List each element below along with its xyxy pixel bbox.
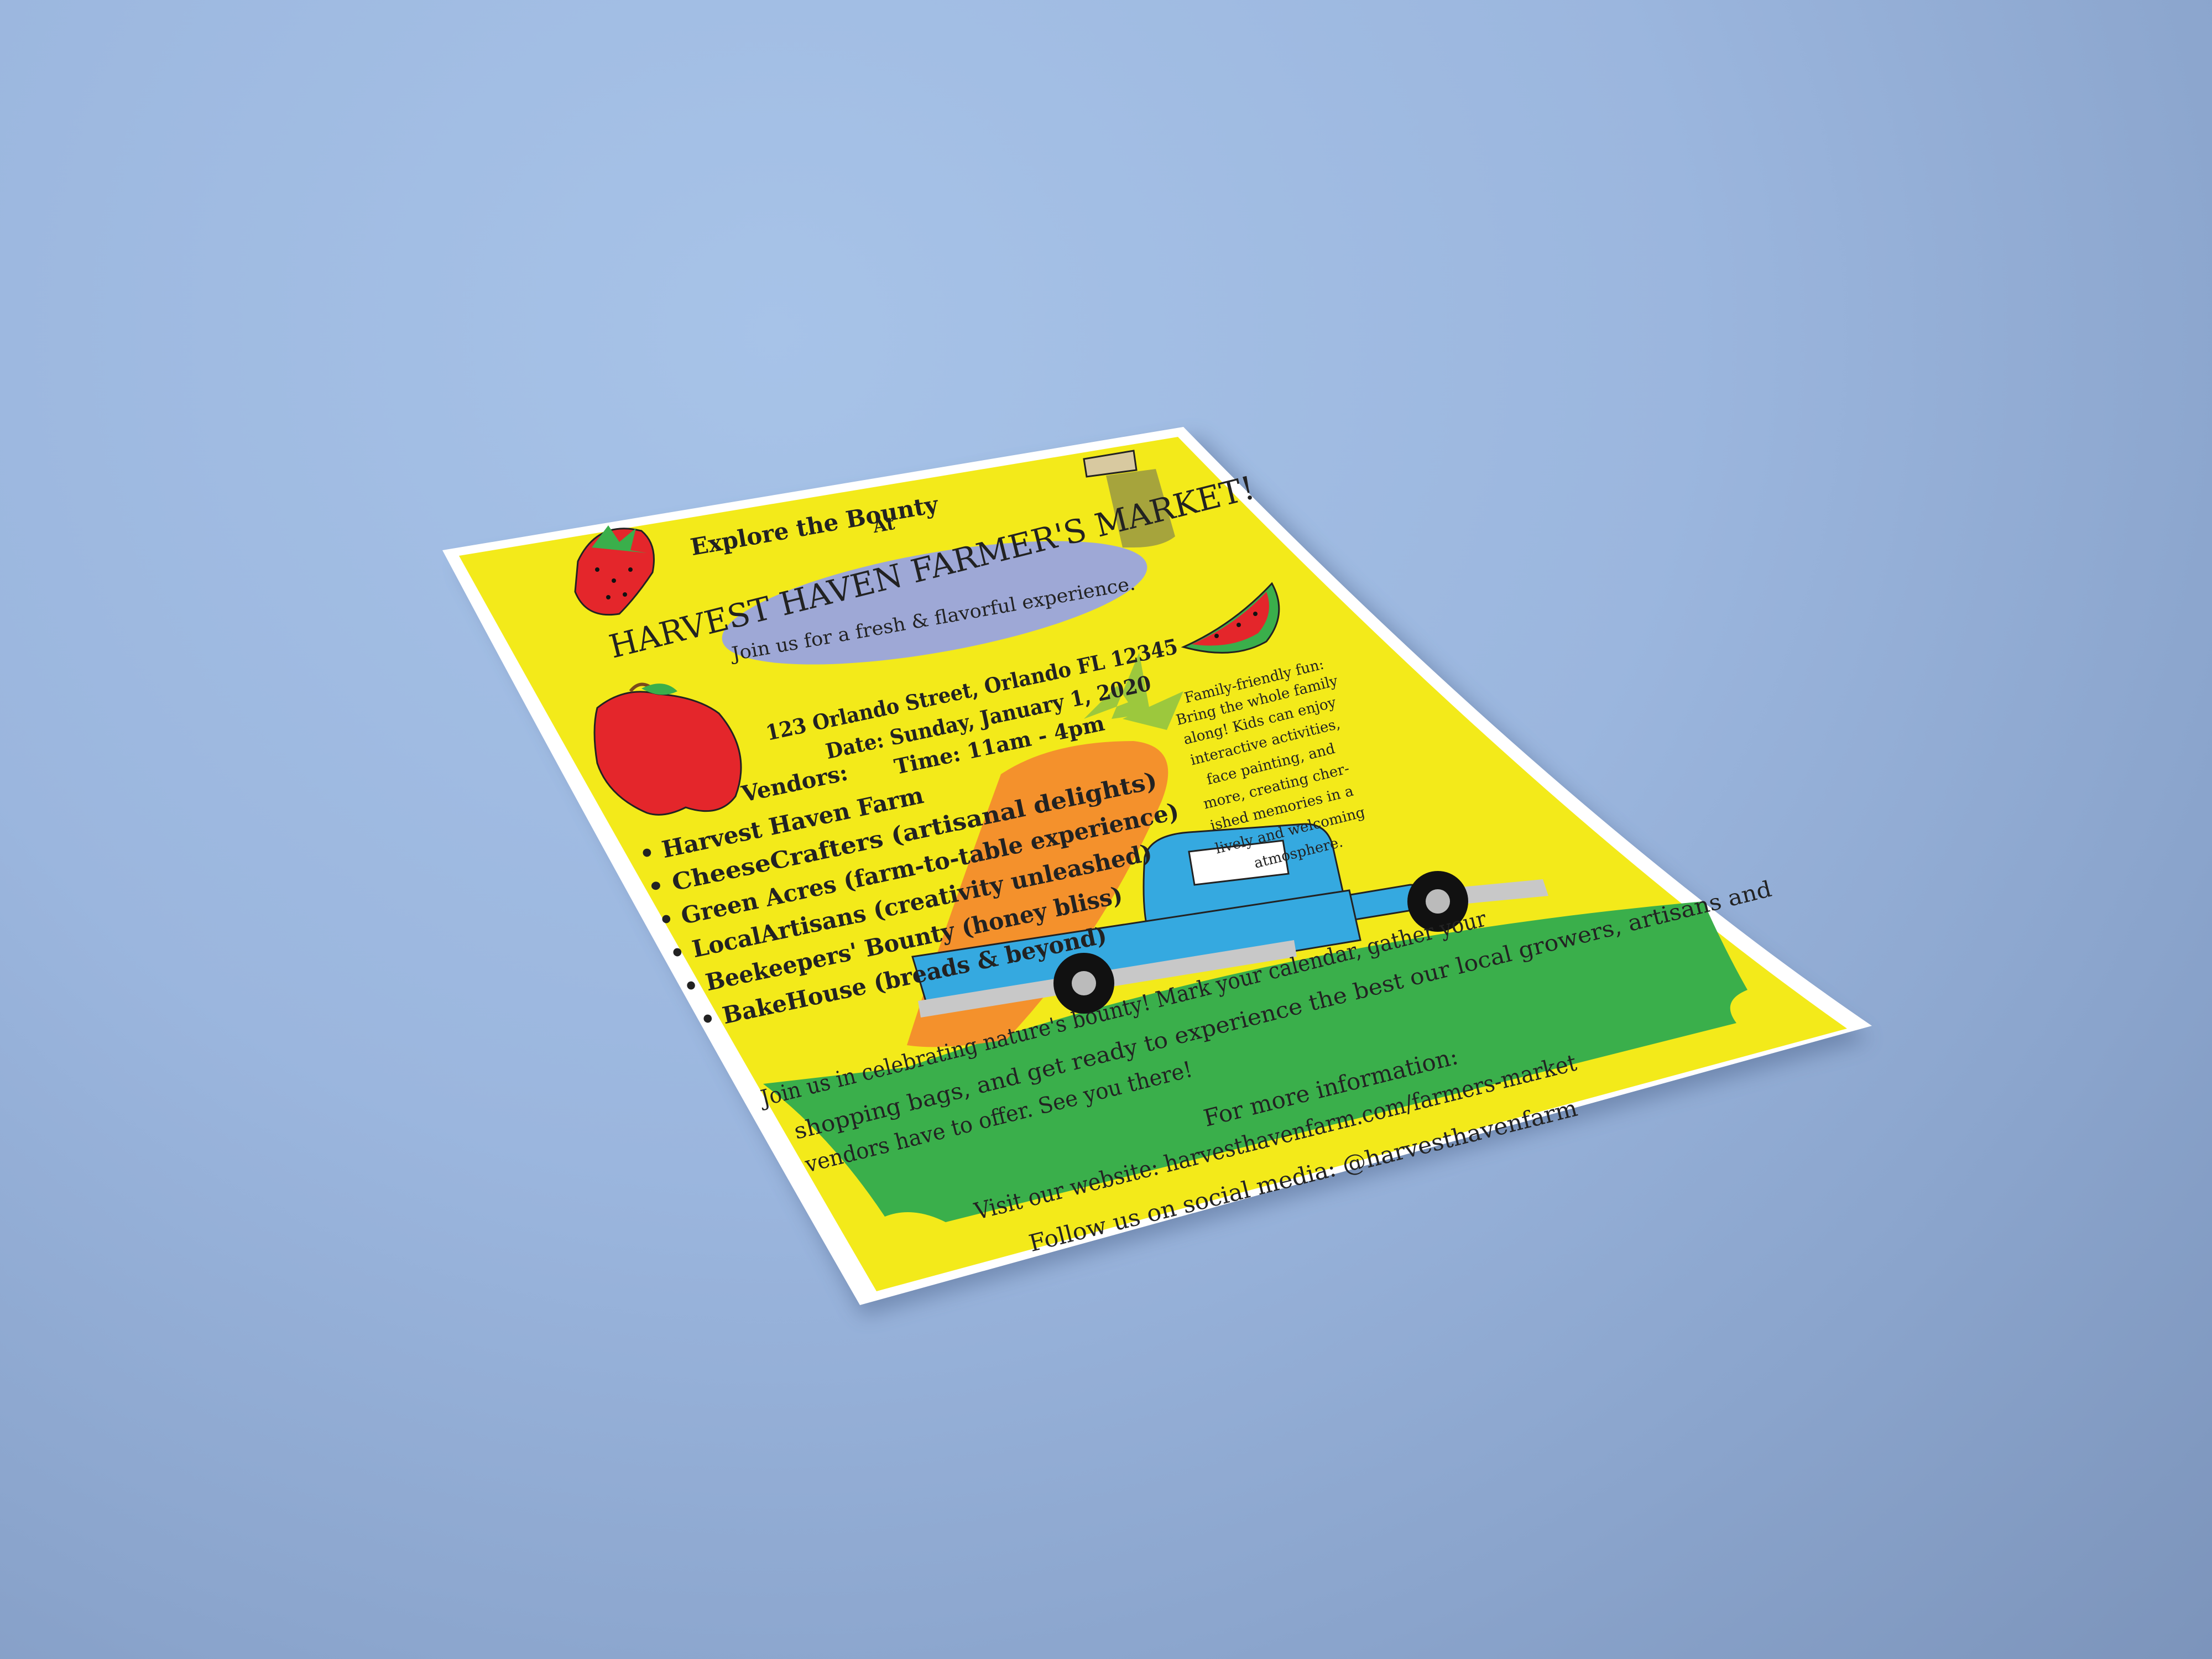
header-line2: At [871,513,896,537]
scene: Explore the Bounty At HARVEST HAVEN FARM… [442,427,1872,1316]
